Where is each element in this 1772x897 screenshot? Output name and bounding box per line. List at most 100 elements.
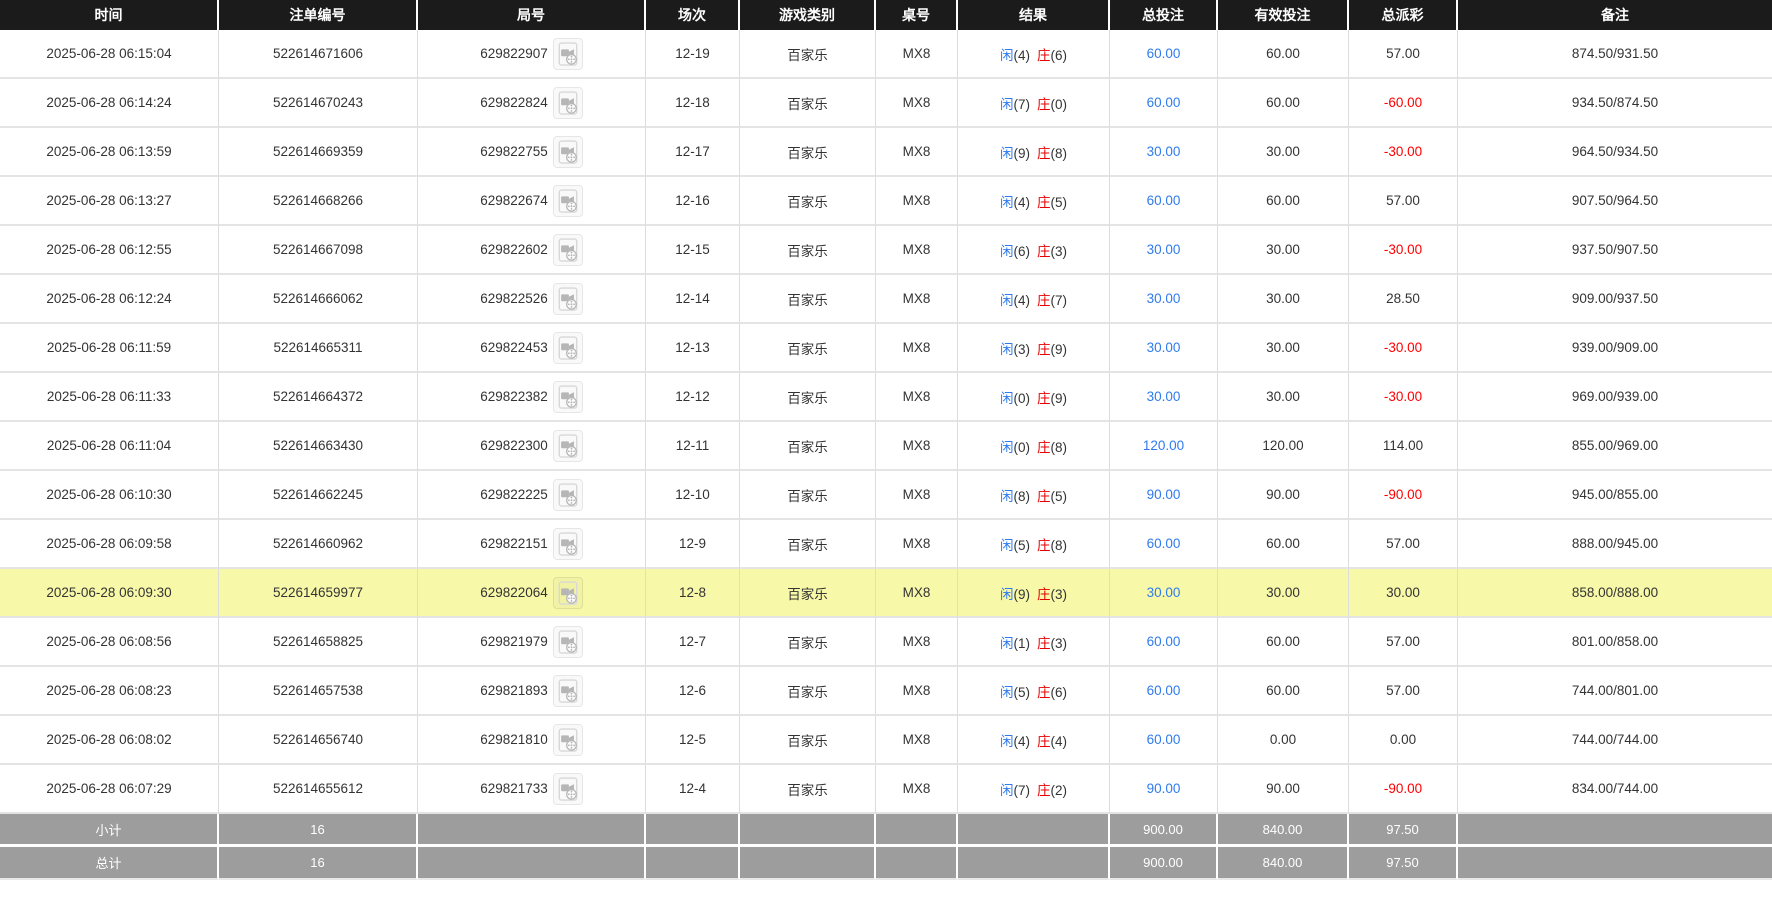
- table-row[interactable]: 2025-06-28 06:08:02 522614656740 6298218…: [0, 716, 1772, 765]
- session-cell: 12-10: [646, 471, 740, 520]
- video-replay-button[interactable]: [552, 233, 583, 266]
- valid-bet-cell: 60.00: [1218, 79, 1349, 128]
- video-replay-icon: [558, 41, 578, 66]
- time-cell: 2025-06-28 06:09:58: [0, 520, 219, 569]
- video-replay-button[interactable]: [552, 625, 583, 658]
- column-header-game-type: 游戏类别: [740, 0, 876, 30]
- table-row[interactable]: 2025-06-28 06:11:04 522614663430 6298223…: [0, 422, 1772, 471]
- valid-bet-cell: 60.00: [1218, 667, 1349, 716]
- player-score: (4): [1013, 292, 1031, 308]
- player-score: (3): [1013, 341, 1031, 357]
- order-number-cell: 522614663430: [219, 422, 418, 471]
- bet-records-table: 时间 注单编号 局号 场次 游戏类别 桌号 结果 总投注 有效投注 总派彩 备注…: [0, 0, 1772, 880]
- banker-label: 庄: [1037, 292, 1051, 308]
- game-number: 629822526: [480, 291, 548, 306]
- video-replay-button[interactable]: [552, 282, 583, 315]
- grand-total-valid-bet: 840.00: [1218, 847, 1349, 880]
- table-row[interactable]: 2025-06-28 06:08:56 522614658825 6298219…: [0, 618, 1772, 667]
- time-cell: 2025-06-28 06:12:24: [0, 275, 219, 324]
- game-number-cell: 629822907: [418, 30, 646, 79]
- banker-score: (3): [1050, 586, 1068, 602]
- game-number: 629821733: [480, 781, 548, 796]
- video-replay-button[interactable]: [552, 380, 583, 413]
- valid-bet-cell: 30.00: [1218, 275, 1349, 324]
- result-cell: 闲(9) 庄(8): [958, 128, 1110, 177]
- result-cell: 闲(1) 庄(3): [958, 618, 1110, 667]
- table-row[interactable]: 2025-06-28 06:12:55 522614667098 6298226…: [0, 226, 1772, 275]
- player-label: 闲: [1000, 684, 1014, 700]
- payout-cell: -30.00: [1349, 324, 1458, 373]
- table-header: 时间 注单编号 局号 场次 游戏类别 桌号 结果 总投注 有效投注 总派彩 备注: [0, 0, 1772, 30]
- video-replay-button[interactable]: [552, 772, 583, 805]
- video-replay-button[interactable]: [552, 576, 583, 609]
- session-cell: 12-19: [646, 30, 740, 79]
- table-row[interactable]: 2025-06-28 06:08:23 522614657538 6298218…: [0, 667, 1772, 716]
- order-number-cell: 522614658825: [219, 618, 418, 667]
- banker-label: 庄: [1037, 782, 1051, 798]
- table-row[interactable]: 2025-06-28 06:14:24 522614670243 6298228…: [0, 79, 1772, 128]
- player-label: 闲: [1000, 341, 1014, 357]
- time-cell: 2025-06-28 06:14:24: [0, 79, 219, 128]
- video-replay-button[interactable]: [552, 331, 583, 364]
- player-label: 闲: [1000, 488, 1014, 504]
- game-type-cell: 百家乐: [740, 275, 876, 324]
- game-number: 629822755: [480, 144, 548, 159]
- video-replay-button[interactable]: [552, 527, 583, 560]
- order-number-cell: 522614668266: [219, 177, 418, 226]
- remark-cell: 834.00/744.00: [1458, 765, 1772, 814]
- video-replay-button[interactable]: [552, 184, 583, 217]
- game-number-cell: 629822526: [418, 275, 646, 324]
- table-number-cell: MX8: [876, 275, 958, 324]
- player-label: 闲: [1000, 586, 1014, 602]
- remark-cell: 934.50/874.50: [1458, 79, 1772, 128]
- table-row[interactable]: 2025-06-28 06:12:24 522614666062 6298225…: [0, 275, 1772, 324]
- table-row[interactable]: 2025-06-28 06:09:30 522614659977 6298220…: [0, 569, 1772, 618]
- game-type-cell: 百家乐: [740, 618, 876, 667]
- game-type-cell: 百家乐: [740, 226, 876, 275]
- order-number-cell: 522614671606: [219, 30, 418, 79]
- total-bet-cell: 60.00: [1110, 177, 1218, 226]
- column-header-order-number: 注单编号: [219, 0, 418, 30]
- table-row[interactable]: 2025-06-28 06:13:27 522614668266 6298226…: [0, 177, 1772, 226]
- column-header-game-number: 局号: [418, 0, 646, 30]
- player-label: 闲: [1000, 243, 1014, 259]
- game-type-cell: 百家乐: [740, 128, 876, 177]
- table-number-cell: MX8: [876, 177, 958, 226]
- table-number-cell: MX8: [876, 128, 958, 177]
- table-row[interactable]: 2025-06-28 06:11:33 522614664372 6298223…: [0, 373, 1772, 422]
- valid-bet-cell: 30.00: [1218, 569, 1349, 618]
- video-replay-button[interactable]: [552, 86, 583, 119]
- time-cell: 2025-06-28 06:08:56: [0, 618, 219, 667]
- game-number: 629822151: [480, 536, 548, 551]
- remark-cell: 907.50/964.50: [1458, 177, 1772, 226]
- total-bet-cell: 60.00: [1110, 618, 1218, 667]
- game-number: 629822300: [480, 438, 548, 453]
- order-number-cell: 522614666062: [219, 275, 418, 324]
- video-replay-button[interactable]: [552, 429, 583, 462]
- video-replay-button[interactable]: [552, 478, 583, 511]
- table-number-cell: MX8: [876, 30, 958, 79]
- table-row[interactable]: 2025-06-28 06:07:29 522614655612 6298217…: [0, 765, 1772, 814]
- game-number-cell: 629822674: [418, 177, 646, 226]
- remark-cell: 744.00/744.00: [1458, 716, 1772, 765]
- table-row[interactable]: 2025-06-28 06:09:58 522614660962 6298221…: [0, 520, 1772, 569]
- video-replay-button[interactable]: [552, 674, 583, 707]
- player-label: 闲: [1000, 47, 1014, 63]
- table-row[interactable]: 2025-06-28 06:15:04 522614671606 6298229…: [0, 30, 1772, 79]
- payout-cell: -60.00: [1349, 79, 1458, 128]
- time-cell: 2025-06-28 06:13:59: [0, 128, 219, 177]
- order-number-cell: 522614660962: [219, 520, 418, 569]
- payout-cell: -30.00: [1349, 226, 1458, 275]
- remark-cell: 801.00/858.00: [1458, 618, 1772, 667]
- total-bet-cell: 30.00: [1110, 226, 1218, 275]
- video-replay-button[interactable]: [552, 135, 583, 168]
- player-label: 闲: [1000, 292, 1014, 308]
- table-row[interactable]: 2025-06-28 06:10:30 522614662245 6298222…: [0, 471, 1772, 520]
- valid-bet-cell: 60.00: [1218, 520, 1349, 569]
- table-row[interactable]: 2025-06-28 06:13:59 522614669359 6298227…: [0, 128, 1772, 177]
- payout-cell: -90.00: [1349, 471, 1458, 520]
- table-row[interactable]: 2025-06-28 06:11:59 522614665311 6298224…: [0, 324, 1772, 373]
- video-replay-button[interactable]: [552, 723, 583, 756]
- video-replay-button[interactable]: [552, 37, 583, 70]
- player-score: (7): [1013, 782, 1031, 798]
